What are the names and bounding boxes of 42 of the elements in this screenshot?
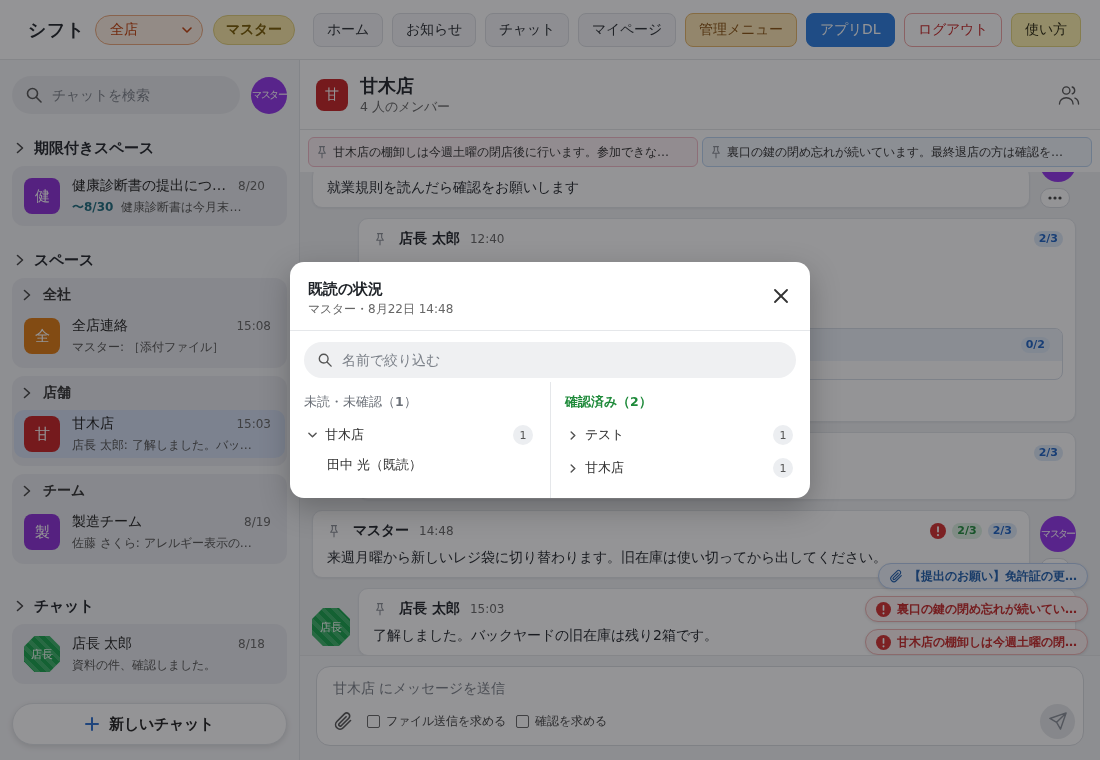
member-name: 田中 光（既読） <box>326 456 424 474</box>
chat-avatar: 全 <box>24 318 60 354</box>
author-name: 店長 太郎 <box>399 230 460 248</box>
chat-name: 甘木店 <box>72 414 114 433</box>
dialog-title: 既読の状況 <box>308 279 383 300</box>
author-name: マスター <box>353 522 409 540</box>
message-text: 就業規則を読んだら確認をお願いします <box>327 178 579 197</box>
chat-avatar: 甘 <box>24 416 60 452</box>
chat-name: 健康診断書の提出につ… <box>72 176 226 195</box>
column-heading: 確認済み（2） <box>565 393 652 411</box>
chat-preview: 佐藤 さくら: アレルギー表示の… <box>72 534 252 552</box>
chat-avatar: 健 <box>24 178 60 214</box>
count-badge: 1 <box>513 425 533 445</box>
chat-avatar: 店長 <box>24 636 60 672</box>
message-time: 12:40 <box>469 232 505 246</box>
chat-avatar: 甘 <box>316 78 348 111</box>
chat-name: 製造チーム <box>72 512 142 531</box>
column-heading: 未読・未確認（1） <box>304 393 417 411</box>
message-time: 15:03 <box>469 602 505 616</box>
deadline-label: 〜8/30 <box>72 198 114 216</box>
author-name: 店長 太郎 <box>399 600 460 618</box>
chat-time: 8/18 <box>238 636 265 651</box>
chat-time: 8/20 <box>238 178 265 193</box>
chat-avatar: 製 <box>24 514 60 550</box>
chat-preview: 店長 太郎: 了解しました。バッ… <box>72 436 252 454</box>
chat-preview: 資料の件、確認しました。 <box>72 656 216 674</box>
dialog-subtitle: マスター・8月22日 14:48 <box>308 301 454 318</box>
message-text: 了解しました。バックヤードの旧在庫は残り2箱です。 <box>373 626 718 645</box>
chat-time: 15:03 <box>236 416 271 431</box>
member-count: 4 人のメンバー <box>360 97 450 116</box>
chat-time: 15:08 <box>236 318 271 333</box>
count-badge: 1 <box>773 458 793 478</box>
chat-time: 8/19 <box>244 514 271 529</box>
chat-title: 甘木店 <box>360 73 414 98</box>
app-title: シフト <box>28 17 85 42</box>
chat-preview: マスター: ［添付ファイル］ <box>72 338 224 356</box>
count-badge: 1 <box>773 425 793 445</box>
chat-name: 全店連絡 <box>72 316 128 335</box>
role-badge: マスター <box>213 14 295 45</box>
chat-name: 店長 太郎 <box>72 634 133 653</box>
message-time: 14:48 <box>419 524 454 538</box>
chat-preview: 健康診断書は今月末… <box>121 198 242 216</box>
